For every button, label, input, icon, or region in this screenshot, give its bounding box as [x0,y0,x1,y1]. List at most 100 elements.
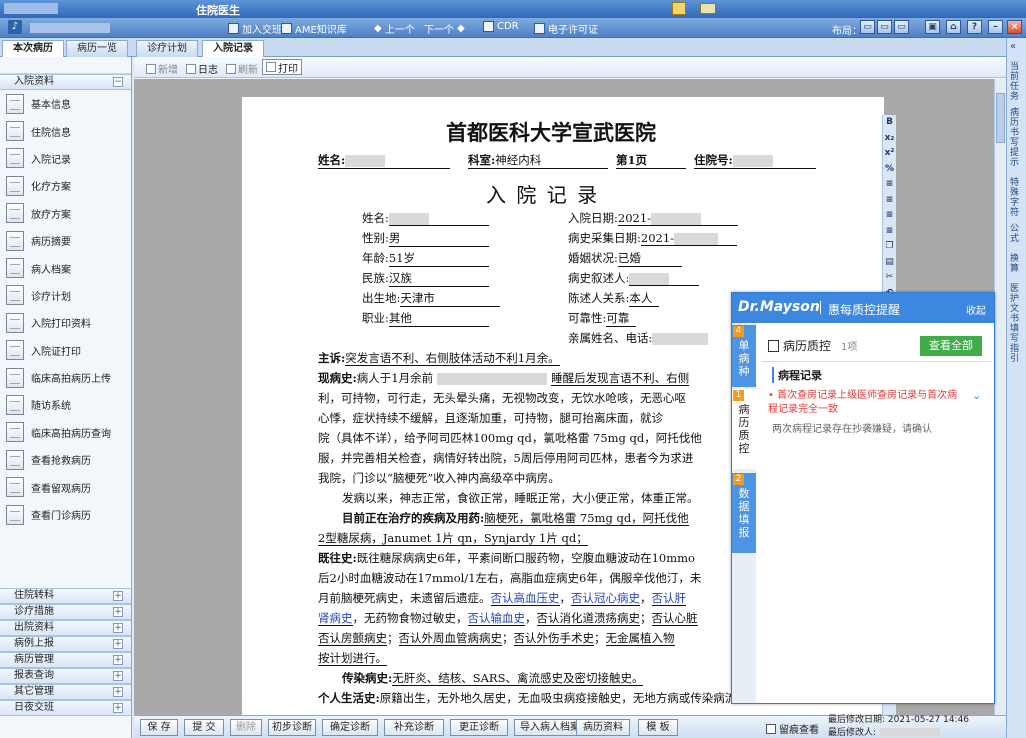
bottom-button[interactable]: 模 板 [638,719,678,736]
layout-2-button[interactable]: ▭ [877,20,892,34]
sidebar-item[interactable]: 诊疗计划 [0,282,131,309]
tab-admission-record[interactable]: 入院记录 [202,40,264,58]
ame-knowledge-button[interactable]: AME知识库 [281,21,347,36]
mayson-tab-single-disease[interactable]: 4 单病种 [732,325,756,387]
divider [820,301,821,314]
chevron-left-icon[interactable]: « [1010,42,1024,52]
vertical-scrollbar[interactable] [994,79,1006,715]
bottom-button[interactable]: 提 交 [184,719,224,736]
chevron-down-icon[interactable]: ⌄ [972,389,981,402]
tab-record-list[interactable]: 病历一览 [66,40,128,57]
sidebar-item[interactable]: 化疗方案 [0,172,131,199]
rail-conversion[interactable]: 换算 [1010,254,1024,274]
sidebar-item[interactable]: 临床高拍病历查询 [0,419,131,446]
bottom-button[interactable]: 删除 [230,719,262,736]
layout-1-button[interactable]: ▭ [860,20,875,34]
expand-icon[interactable]: + [113,703,123,713]
expand-icon[interactable]: + [113,607,123,617]
rail-special-chars[interactable]: 特殊字符 [1010,178,1024,218]
expand-icon[interactable]: + [113,671,123,681]
field-age: 年龄:51岁 [362,250,489,267]
print-button[interactable]: 打印 [262,59,302,75]
bottom-button[interactable]: 确定诊断 [322,719,378,736]
scroll-thumb[interactable] [996,93,1005,143]
help-icon[interactable]: ? [967,20,982,34]
subscript-icon[interactable]: x₂ [883,131,896,147]
lock-icon[interactable]: ▣ [925,20,940,34]
close-icon[interactable]: × [1007,20,1022,34]
view-all-button[interactable]: 查看全部 [920,336,982,356]
rail-formula[interactable]: 公式 [1010,224,1024,244]
cdr-button[interactable]: CDR [483,21,519,32]
refresh-button[interactable]: 刷新 [226,61,258,76]
superscript-icon[interactable]: x² [883,146,896,162]
sidebar-section[interactable]: 病历管理 + [0,652,131,668]
layout-3-button[interactable]: ▭ [894,20,909,34]
copy-icon[interactable]: ❐ [883,239,896,255]
collapse-icon[interactable]: − [113,77,123,87]
collapse-button[interactable]: 收起 [966,302,986,317]
next-patient-button[interactable]: 下一个 ◆ [424,21,465,36]
printer-icon [266,62,276,72]
expand-icon[interactable]: + [113,639,123,649]
bottom-button[interactable]: 补充诊断 [384,719,444,736]
sidebar-item[interactable]: 放疗方案 [0,200,131,227]
sidebar-section[interactable]: 报表查询 + [0,668,131,684]
sidebar-item[interactable]: 随访系统 [0,391,131,418]
expand-icon[interactable]: + [113,655,123,665]
e-license-button[interactable]: 电子许可证 [534,21,598,36]
cut-icon[interactable]: ✂ [883,270,896,286]
align-left-icon[interactable]: ≡ [883,177,896,193]
sidebar-item[interactable]: 病人档案 [0,254,131,281]
sidebar-item[interactable]: 查看留观病历 [0,473,131,500]
rail-current-task[interactable]: 当前任务 [1010,62,1024,102]
sidebar-item[interactable]: 基本信息 [0,90,131,117]
justify-icon[interactable]: ≡ [883,224,896,240]
bottom-button[interactable]: 更正诊断 [450,719,508,736]
add-handover-button[interactable]: 加入交班 [228,21,282,36]
bottom-button[interactable]: 初步诊断 [268,719,316,736]
expand-icon[interactable]: + [113,687,123,697]
sidebar-section[interactable]: 病例上报 + [0,636,131,652]
sidebar-section[interactable]: 出院资料 + [0,620,131,636]
checkbox-icon[interactable] [766,723,776,734]
qc-alert[interactable]: • 首次查房记录上级医师查房记录与首次病程记录完全一致 [768,389,964,417]
expand-icon[interactable]: + [113,623,123,633]
bold-icon[interactable]: B [883,115,896,131]
bottom-button[interactable]: 保 存 [140,719,178,736]
bottom-button[interactable]: 病历资料 [576,719,630,736]
mayson-tab-record-qc[interactable]: 1 病历质控 [732,389,756,469]
card-icon[interactable] [700,3,716,14]
rail-nursing-guide[interactable]: 医护文书填写指引 [1010,284,1024,364]
sidebar-item[interactable]: 查看抢救病历 [0,446,131,473]
paste-icon[interactable]: ▤ [883,255,896,271]
sidebar-section[interactable]: 住院转科 + [0,588,131,604]
expand-icon[interactable]: + [113,591,123,601]
user-info [30,23,110,33]
sidebar-section-admission[interactable]: 入院资料 − [0,74,131,90]
sidebar-item[interactable]: 查看门诊病历 [0,501,131,528]
sidebar-item[interactable]: 入院打印资料 [0,309,131,336]
sidebar-item[interactable]: 入院记录 [0,145,131,172]
prev-patient-button[interactable]: ◆ 上一个 [374,21,415,36]
trace-view-toggle[interactable]: 留痕查看 [766,721,819,736]
align-center-icon[interactable]: ≡ [883,193,896,209]
sidebar-section[interactable]: 其它管理 + [0,684,131,700]
tab-current-record[interactable]: 本次病历 [2,40,64,58]
sidebar-item[interactable]: 病历摘要 [0,227,131,254]
sidebar-section[interactable]: 诊疗措施 + [0,604,131,620]
sidebar-item[interactable]: 住院信息 [0,117,131,144]
minimize-icon[interactable]: – [988,20,1003,34]
sidebar-item[interactable]: 入院证打印 [0,337,131,364]
sidebar-item[interactable]: 临床高拍病历上传 [0,364,131,391]
align-right-icon[interactable]: ≡ [883,208,896,224]
home-icon[interactable]: ⌂ [946,20,961,34]
sidebar-section[interactable]: 日夜交班 + [0,700,131,716]
rail-writing-hints[interactable]: 病历书写提示 [1010,108,1024,168]
users-icon[interactable] [672,2,686,15]
tab-treatment-plan[interactable]: 诊疗计划 [136,40,198,57]
log-button[interactable]: 日志 [186,61,218,76]
percent-icon[interactable]: % [883,162,896,178]
new-button[interactable]: 新增 [146,61,178,76]
mayson-tab-data-report[interactable]: 2 数据填报 [732,473,756,553]
